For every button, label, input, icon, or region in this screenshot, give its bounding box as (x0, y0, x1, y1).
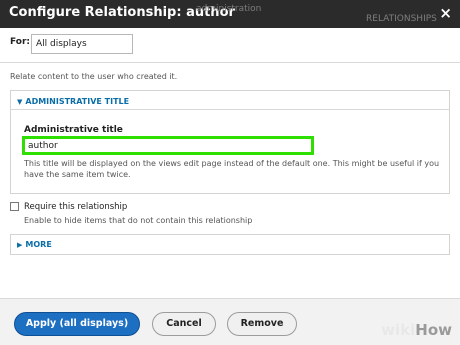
remove-button[interactable]: Remove (227, 312, 297, 336)
configure-relationship-dialog: Configure Relationship: author administr… (0, 0, 460, 345)
triangle-down-icon: ▼ (17, 98, 23, 106)
divider (0, 62, 460, 63)
require-relationship-description: Enable to hide items that do not contain… (24, 216, 253, 225)
administrative-title-legend: ADMINISTRATIVE TITLE (25, 97, 130, 106)
close-icon[interactable]: × (439, 4, 452, 22)
administrative-title-label: Administrative title (24, 125, 123, 135)
dialog-titlebar: Configure Relationship: author administr… (0, 0, 460, 28)
watermark-wiki: wiki (381, 321, 416, 339)
administrative-title-help: This title will be displayed on the view… (24, 159, 440, 179)
more-toggle[interactable]: ▶ MORE (17, 240, 52, 249)
administrative-title-input[interactable]: author (22, 136, 314, 155)
relationship-description: Relate content to the user who created i… (10, 72, 178, 81)
cancel-button[interactable]: Cancel (152, 312, 216, 336)
divider (10, 109, 450, 110)
administrative-title-toggle[interactable]: ▼ ADMINISTRATIVE TITLE (17, 97, 129, 106)
more-fieldset: ▶ MORE (10, 234, 450, 255)
wikihow-watermark: wikiHow (381, 321, 452, 339)
for-display-select[interactable]: All displays (31, 34, 133, 54)
apply-all-displays-button[interactable]: Apply (all displays) (14, 312, 140, 336)
for-label: For: (10, 37, 31, 47)
watermark-how: How (415, 321, 452, 339)
background-text: administration (196, 4, 262, 14)
triangle-right-icon: ▶ (17, 241, 23, 249)
background-text: RELATIONSHIPS (366, 14, 437, 24)
require-relationship-checkbox[interactable] (10, 202, 19, 211)
more-legend: MORE (25, 240, 52, 249)
require-relationship-label[interactable]: Require this relationship (24, 202, 127, 212)
